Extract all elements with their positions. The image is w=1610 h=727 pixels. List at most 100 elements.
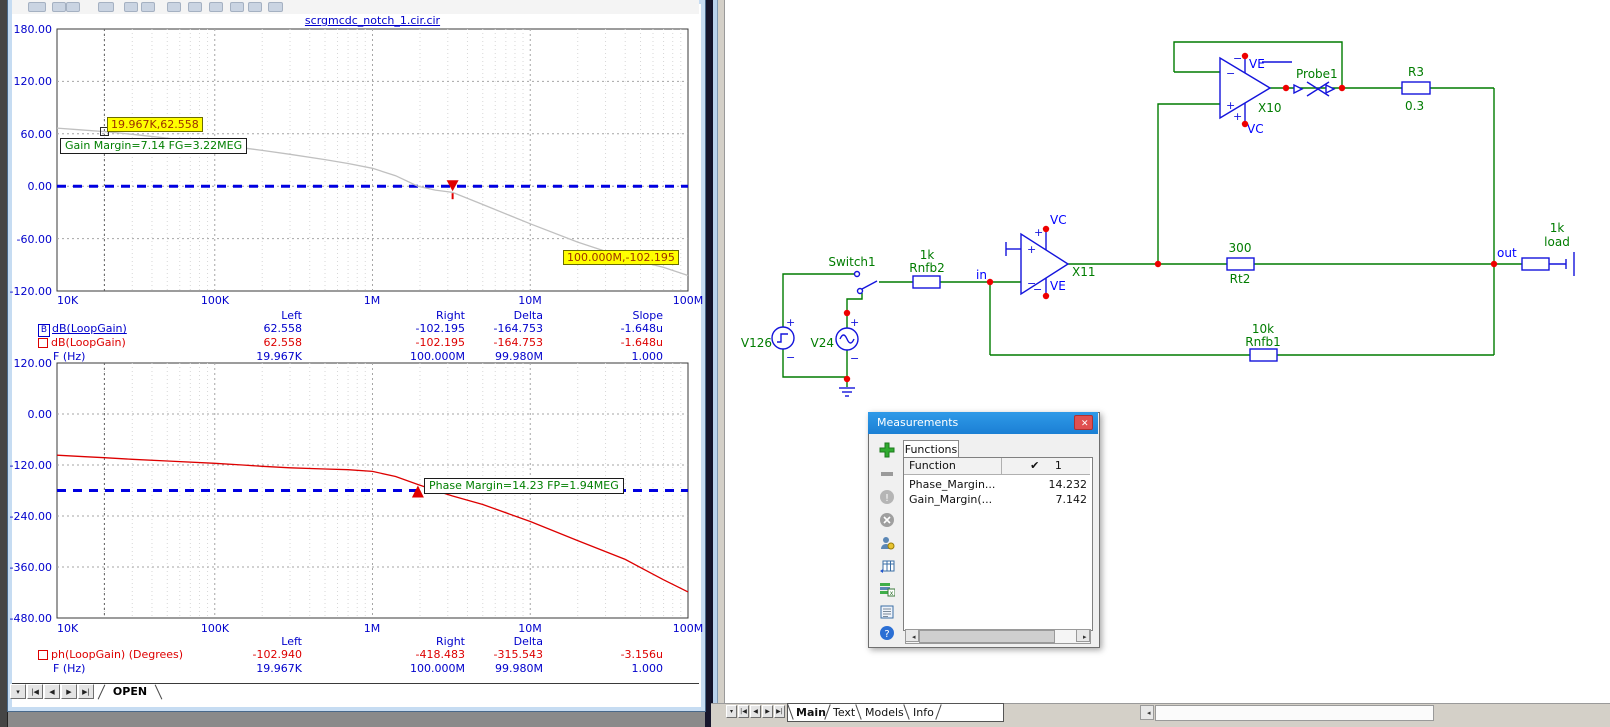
- info-button[interactable]: !: [873, 488, 894, 505]
- gain-margin-annotation[interactable]: Gain Margin=7.14 FG=3.22MEG: [60, 138, 248, 154]
- col-header: Slope: [632, 309, 663, 322]
- phase-ytick: -480.00: [9, 612, 52, 625]
- page-first-button[interactable]: |◀: [738, 705, 749, 718]
- resistor-rnfb1[interactable]: 10k Rnfb1: [1245, 322, 1281, 362]
- cell: -315.543: [493, 648, 543, 661]
- sheet-dropdown-button[interactable]: ▾: [10, 684, 26, 699]
- sheet-prev-button[interactable]: ◀: [44, 684, 60, 699]
- screen: scrgmcdc_notch_1.cir.cir 180.00 120.00 6…: [0, 0, 1610, 727]
- gain-xtick: 1M: [363, 294, 381, 307]
- export-excel-button[interactable]: x: [873, 580, 896, 597]
- tab-functions[interactable]: Functions: [903, 440, 959, 458]
- scroll-right-icon[interactable]: ▸: [1076, 629, 1090, 642]
- svg-text:?: ?: [884, 629, 889, 640]
- col-header: Left: [281, 635, 302, 648]
- ground-icon: [839, 387, 855, 397]
- opamp-x10[interactable]: − + − VE + VC X10: [1219, 52, 1292, 136]
- tab-main[interactable]: Main: [796, 706, 826, 719]
- x10-minus-input: −: [1226, 67, 1235, 80]
- gain-ytick: -120.00: [9, 285, 52, 298]
- source-v126[interactable]: V126 + −: [741, 316, 795, 364]
- gain-xtick: 100K: [200, 294, 230, 307]
- gain-xtick: 100M: [672, 294, 704, 307]
- cell: 19.967K: [256, 662, 302, 675]
- probe1[interactable]: Probe1: [1282, 67, 1346, 97]
- page-next-button[interactable]: ▶: [762, 705, 773, 718]
- sheet-tab-open[interactable]: OPEN: [98, 684, 162, 700]
- measurement-row-function[interactable]: Phase_Margin...: [909, 478, 995, 491]
- page-prev-button[interactable]: ◀: [750, 705, 761, 718]
- delete-button[interactable]: [873, 511, 894, 528]
- cell: 1.000: [631, 662, 664, 675]
- measurement-row-function[interactable]: Gain_Margin(...: [909, 493, 992, 506]
- hscroll-left-icon[interactable]: ◂: [1140, 705, 1154, 720]
- table-icon: [880, 560, 895, 573]
- sheet-first-button[interactable]: |◀: [27, 684, 43, 699]
- series-label[interactable]: dB(LoopGain): [51, 336, 126, 349]
- run-col-header[interactable]: 1: [1055, 459, 1062, 472]
- user-settings-button[interactable]: [873, 534, 895, 551]
- remove-function-button[interactable]: [873, 465, 893, 482]
- sheet-last-button[interactable]: ▶|: [78, 684, 94, 699]
- cell: -418.483: [415, 648, 465, 661]
- col-header: Right: [436, 635, 465, 648]
- plus-icon: [879, 442, 895, 458]
- switch1-name: Switch1: [828, 255, 875, 269]
- help-button[interactable]: ?: [873, 624, 894, 641]
- resistor-rnfb2[interactable]: 1k Rnfb2: [909, 248, 945, 289]
- rnfb1-name: Rnfb1: [1245, 335, 1280, 349]
- page-last-button[interactable]: ▶|: [774, 705, 785, 718]
- page-dropdown-button[interactable]: ▾: [726, 705, 737, 718]
- cell: -1.648u: [620, 322, 663, 335]
- x11-name: X11: [1072, 265, 1096, 279]
- series-label: dB(LoopGain): [52, 322, 127, 335]
- tab-info[interactable]: Info: [913, 706, 934, 719]
- bode-plots: [56, 28, 689, 619]
- resistor-rt2[interactable]: 300 Rt2: [1226, 241, 1255, 286]
- resistor-r3[interactable]: R3 0.3: [1401, 65, 1431, 113]
- rnfb1-value: 10k: [1252, 322, 1274, 336]
- tab-text[interactable]: Text: [833, 706, 855, 719]
- tab-models[interactable]: Models: [865, 706, 904, 719]
- pin-dot: [1241, 52, 1249, 60]
- function-col-header[interactable]: Function: [909, 459, 956, 472]
- close-icon[interactable]: ✕: [1074, 415, 1093, 430]
- add-function-button[interactable]: [873, 441, 895, 458]
- sheet-next-button[interactable]: ▶: [61, 684, 77, 699]
- source-v24[interactable]: V24 + −: [811, 309, 860, 383]
- phase-xtick: 10M: [518, 622, 542, 635]
- schematic-canvas[interactable]: − + − VE + VC X10 Probe1 R3 0.3 + − + VC…: [710, 0, 1610, 703]
- node-dot: [1282, 84, 1290, 92]
- node-dot-out: [1490, 260, 1498, 268]
- rt2-value: 300: [1229, 241, 1252, 255]
- measurement-row-value: 7.142: [1055, 493, 1088, 506]
- table-properties-button[interactable]: [873, 557, 895, 574]
- phase-ytick: -360.00: [9, 561, 52, 574]
- node-in-label: in: [976, 268, 987, 282]
- svg-text:!: !: [885, 493, 889, 504]
- cell: 1.000: [631, 350, 664, 363]
- freq-row-label: F (Hz): [53, 350, 86, 363]
- col-header: Left: [281, 309, 302, 322]
- probe1-name: Probe1: [1296, 67, 1338, 81]
- gain-left-cursor-box[interactable]: 19.967K,62.558: [107, 117, 203, 132]
- v24-minus: −: [850, 352, 859, 365]
- cell: 62.558: [263, 336, 303, 349]
- series-label[interactable]: ph(LoopGain) (Degrees): [51, 648, 183, 661]
- scroll-thumb[interactable]: [919, 630, 1055, 643]
- schematic-hscrollbar[interactable]: [1155, 705, 1434, 721]
- node-dot-in: [986, 278, 994, 286]
- resistor-load[interactable]: 1k load: [1521, 221, 1575, 276]
- measurement-row-value: 14.232: [1048, 478, 1088, 491]
- x11-vc-sign: +: [1034, 226, 1043, 239]
- phase-margin-annotation[interactable]: Phase Margin=14.23 FP=1.94MEG: [424, 478, 624, 494]
- report-button[interactable]: [873, 603, 894, 620]
- gain-right-cursor-box[interactable]: 100.000M,-102.195: [563, 250, 679, 265]
- check-icon[interactable]: ✔: [1030, 459, 1039, 472]
- opamp-x11[interactable]: + − + VC − VE X11: [1005, 213, 1096, 300]
- scroll-left-icon[interactable]: ◂: [905, 629, 919, 642]
- series-legend[interactable]: BdB(LoopGain): [38, 322, 127, 337]
- phase-xtick: 100M: [672, 622, 704, 635]
- cell: -164.753: [493, 336, 543, 349]
- x11-pin-bottom-label: VE: [1050, 279, 1066, 293]
